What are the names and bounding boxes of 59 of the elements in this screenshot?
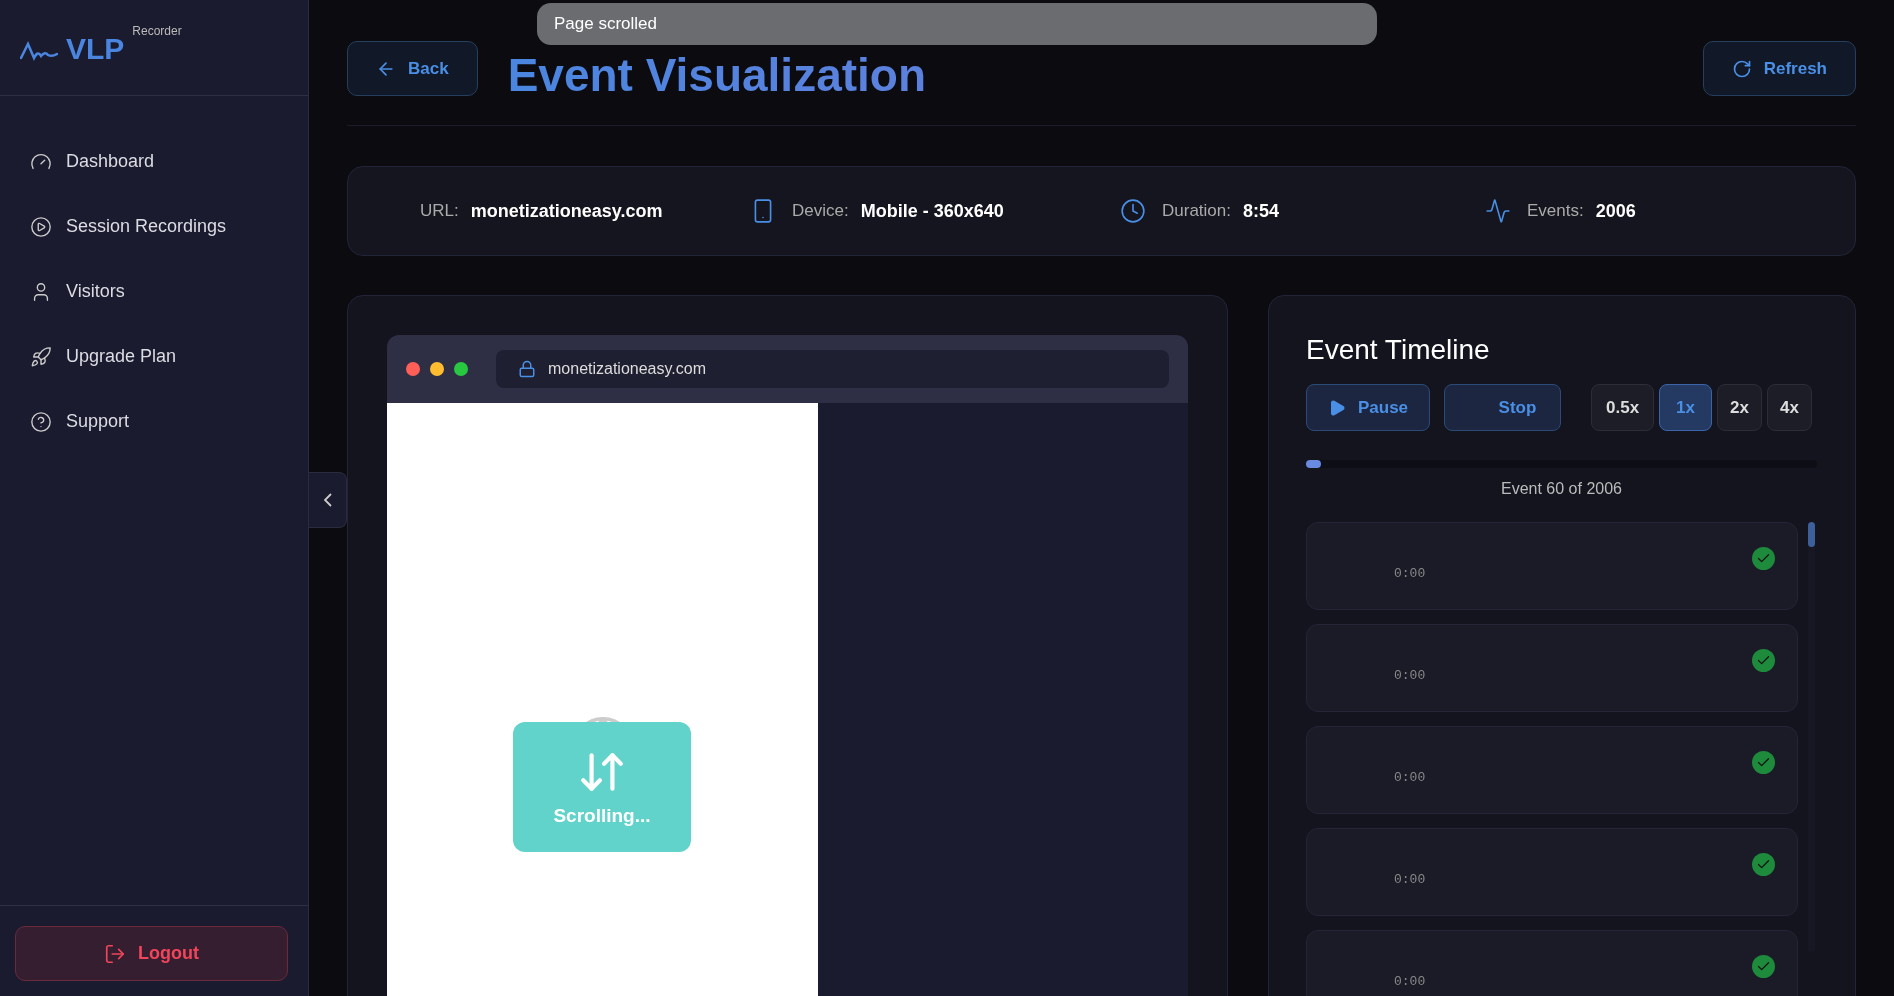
- pause-button[interactable]: Pause: [1306, 384, 1430, 431]
- maximize-dot: [454, 362, 468, 376]
- speed-button[interactable]: 4x: [1766, 384, 1812, 431]
- event-counter: Event 60 of 2006: [1500, 480, 1623, 498]
- rocket-icon: [30, 345, 52, 368]
- info-value: monetizationeasy.com: [470, 200, 663, 222]
- event-card[interactable]: 0:00: [1306, 828, 1798, 916]
- check-icon: [1752, 852, 1775, 876]
- refresh-icon: [1731, 58, 1752, 79]
- nav-item[interactable]: Session Recordings: [0, 194, 308, 259]
- event-time: 0:00: [1394, 871, 1426, 887]
- refresh-button[interactable]: Refresh: [1702, 41, 1856, 96]
- overlay-text: Scrolling...: [553, 805, 651, 827]
- info-value: Mobile - 360x640: [860, 200, 1004, 222]
- play-icon: [30, 215, 52, 238]
- toast: Page scrolled: [537, 3, 1377, 45]
- check-icon: [1752, 648, 1775, 672]
- info-label: Device:: [792, 201, 849, 221]
- info-value: 8:54: [1243, 200, 1279, 222]
- event-card[interactable]: 0:00: [1306, 522, 1798, 610]
- speed-button[interactable]: 1x: [1659, 384, 1712, 431]
- event-card[interactable]: 0:00: [1306, 930, 1798, 996]
- help-icon: [30, 410, 52, 433]
- event-time: 0:00: [1394, 973, 1426, 989]
- check-icon: [1752, 750, 1775, 774]
- info-label: Duration:: [1162, 201, 1231, 221]
- address-bar: monetizationeasy.com: [496, 350, 1169, 388]
- info-value: 2006: [1595, 200, 1636, 222]
- back-button[interactable]: Back: [347, 41, 478, 96]
- nav-item[interactable]: Dashboard: [0, 129, 308, 194]
- check-icon: [1752, 954, 1775, 978]
- lock-icon: [518, 360, 536, 378]
- logo-tag: Recorder: [132, 24, 182, 38]
- timeline-title: Event Timeline: [1306, 334, 1491, 366]
- nav-item[interactable]: Visitors: [0, 259, 308, 324]
- logout-icon: [104, 942, 126, 965]
- event-time: 0:00: [1394, 565, 1426, 581]
- stop-button[interactable]: Stop: [1444, 384, 1561, 431]
- nav-item[interactable]: Support: [0, 389, 308, 454]
- speed-button[interactable]: 2x: [1717, 384, 1762, 431]
- clock-icon: [1120, 198, 1146, 224]
- logo-name: VLP: [66, 32, 125, 66]
- event-card[interactable]: 0:00: [1306, 726, 1798, 814]
- event-card[interactable]: 0:00: [1306, 624, 1798, 712]
- logout-button[interactable]: Logout: [15, 926, 288, 981]
- chevron-icon: [323, 493, 332, 507]
- speed-button[interactable]: 0.5x: [1591, 384, 1655, 431]
- info-label: URL:: [420, 201, 459, 221]
- scrollbar-thumb[interactable]: [1808, 522, 1815, 547]
- nav-item[interactable]: Upgrade Plan: [0, 324, 308, 389]
- info-label: Events:: [1527, 201, 1584, 221]
- check-icon: [1752, 546, 1775, 570]
- event-time: 0:00: [1394, 667, 1426, 683]
- collapse-button[interactable]: [309, 472, 347, 528]
- event-time: 0:00: [1394, 769, 1426, 785]
- close-dot: [406, 362, 420, 376]
- minimize-dot: [430, 362, 444, 376]
- pulse-icon: [1485, 198, 1511, 224]
- logo-icon: [20, 40, 58, 62]
